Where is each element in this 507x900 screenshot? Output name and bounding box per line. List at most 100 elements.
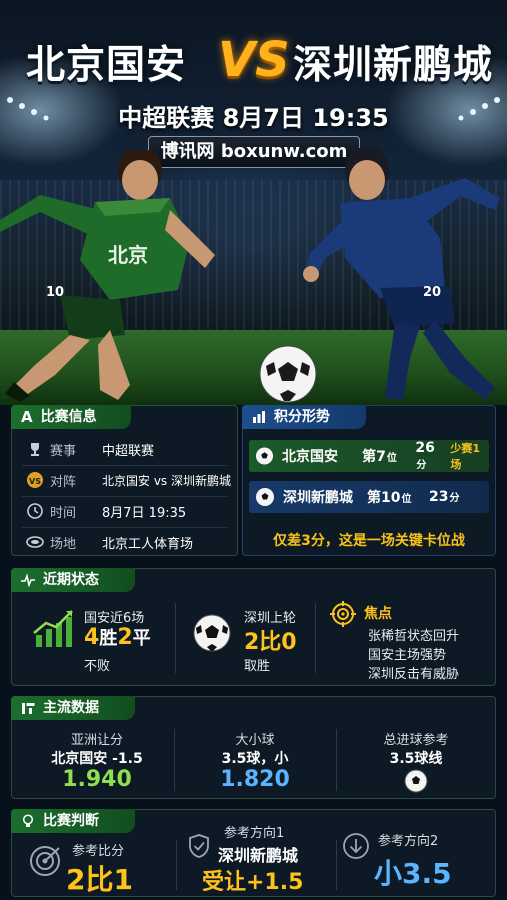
odds-value-handicap: 1.940 [62, 767, 132, 792]
odds-col-sub: 3.5球，小 [221, 751, 289, 767]
pred-dir1-team: 深圳新鹏城 [218, 846, 299, 865]
football-icon [193, 614, 231, 652]
lightbulb-icon [22, 814, 34, 827]
odds-tab: 主流数据 [11, 696, 135, 720]
rank-prefix: 第 [362, 449, 377, 465]
focus-line: 张稀哲状态回升 [368, 629, 460, 644]
standings-panel: 积分形势 北京国安 第7位 26分 少赛1场 深圳新鹏城 第10位 23分 仅差… [242, 405, 496, 556]
prediction-title: 比赛判断 [43, 813, 99, 829]
target-icon [30, 846, 60, 876]
pred-score: 2比1 [66, 863, 133, 896]
recent-form-panel: 近期状态 国安近6场 4胜2平 不败 深圳上轮 2比0 取胜 焦点 张稀哲状态回… [11, 568, 496, 686]
match-subtitle: 中超联赛 8月7日 19:35 [118, 104, 389, 132]
divider [174, 729, 175, 791]
bar-chart-icon [253, 411, 265, 423]
football-icon [404, 769, 428, 793]
away-form-score: 2比0 [244, 630, 297, 655]
shield-check-icon [189, 834, 209, 858]
info-key-event: 赛事 [50, 443, 77, 459]
clock-icon [24, 500, 46, 522]
info-value-venue: 北京工人体育场 [102, 536, 194, 552]
trend-up-icon [33, 610, 73, 647]
wins-unit: 胜 [99, 628, 118, 649]
football-icon [256, 488, 274, 506]
away-jersey-number: 20 [423, 285, 441, 300]
target-icon [330, 601, 356, 627]
info-row-fixture: VS 对阵 北京国安 vs 深圳新鹏城 [24, 467, 231, 493]
rank-prefix: 第 [367, 490, 381, 506]
arrow-down-circle-icon [343, 833, 369, 859]
divider [22, 465, 227, 466]
vs-mark: VS [218, 32, 290, 88]
info-value-event: 中超联赛 [102, 443, 155, 459]
home-jersey-text: 北京 [108, 243, 148, 267]
odds-col-sub: 3.5球线 [389, 751, 443, 767]
info-row-time: 时间 8月7日 19:35 [24, 498, 186, 524]
standings-rank-away: 第10位 [367, 487, 429, 507]
info-row-event: 赛事 中超联赛 [24, 436, 154, 462]
points-value: 26 [415, 440, 435, 456]
away-team-title: 深圳新鹏城 [292, 43, 493, 88]
odds-col-sub: 北京国安 -1.5 [51, 751, 143, 767]
standings-row-away: 深圳新鹏城 第10位 23分 [249, 481, 489, 513]
data-icon [22, 703, 35, 714]
odds-value-total: 1.820 [220, 767, 290, 792]
divider [315, 603, 316, 673]
away-player-illustration: 20 [303, 148, 500, 400]
pred-dir2-value: 小3.5 [374, 857, 452, 890]
letter-a-icon: A [21, 408, 33, 426]
standings-points-away: 23分 [429, 489, 459, 505]
pred-dir1-value: 受让+1.5 [202, 870, 304, 895]
standings-rank-home: 第7位 [362, 446, 415, 466]
focus-line: 深圳反击有威胁 [368, 667, 460, 682]
standings-team-away: 深圳新鹏城 [283, 490, 353, 506]
rank-unit: 位 [386, 453, 397, 464]
odds-col-title: 总进球参考 [383, 733, 449, 748]
football-icon [255, 447, 274, 465]
divider [336, 840, 337, 890]
points-unit: 分 [449, 493, 460, 504]
away-form-sub: 取胜 [244, 659, 271, 674]
prediction-panel: 比赛判断 参考比分 2比1 参考方向1 深圳新鹏城 受让+1.5 参考方向2 小… [11, 809, 496, 897]
standings-row-home: 北京国安 第7位 26 分 少赛1场 [249, 440, 489, 472]
odds-panel: 主流数据 亚洲让分 北京国安 -1.5 1.940 大小球 3.5球，小 1.8… [11, 696, 496, 799]
prediction-tab: 比赛判断 [11, 809, 135, 833]
pulse-icon [21, 573, 35, 587]
draws-unit: 平 [132, 628, 151, 649]
info-row-venue: 场地 北京工人体育场 [24, 529, 193, 555]
vs-icon: VS [24, 469, 46, 491]
focus-line: 国安主场强势 [368, 648, 447, 663]
info-key-fixture: 对阵 [50, 474, 77, 490]
hero-banner: 北京国安 VS 深圳新鹏城 中超联赛 8月7日 19:35 博讯网 boxunw… [0, 0, 507, 405]
points-unit: 分 [416, 460, 427, 471]
info-key-venue: 场地 [50, 536, 77, 552]
svg-text:VS: VS [29, 477, 41, 486]
standings-team-home: 北京国安 [282, 449, 339, 465]
title-row: 北京国安 VS 深圳新鹏城 [0, 22, 507, 102]
rank-value: 10 [381, 490, 401, 506]
odds-col-title: 大小球 [235, 733, 275, 748]
pred-dir2-label: 参考方向2 [378, 834, 439, 849]
info-value-fixture: 北京国安 vs 深圳新鹏城 [102, 473, 231, 488]
football-icon [259, 345, 317, 403]
focus-title: 焦点 [364, 606, 392, 622]
recent-form-tab: 近期状态 [11, 568, 135, 592]
divider [22, 496, 227, 497]
trophy-icon [24, 438, 46, 460]
rank-value: 7 [376, 449, 386, 465]
rank-unit: 位 [401, 494, 412, 505]
pred-score-label: 参考比分 [72, 844, 125, 859]
home-form-record: 4胜2平 [84, 624, 151, 650]
divider [176, 840, 177, 890]
divider [175, 603, 176, 673]
home-jersey-number: 10 [46, 285, 64, 300]
match-info-title: 比赛信息 [40, 409, 97, 425]
standings-tab: 积分形势 [242, 405, 366, 429]
odds-col-title: 亚洲让分 [70, 733, 123, 748]
divider [22, 527, 227, 528]
home-team-title: 北京国安 [26, 43, 187, 88]
standings-title: 积分形势 [274, 409, 330, 425]
points-value: 23 [429, 489, 449, 505]
home-player-illustration: 北京 10 [0, 150, 215, 402]
odds-title: 主流数据 [43, 700, 99, 716]
